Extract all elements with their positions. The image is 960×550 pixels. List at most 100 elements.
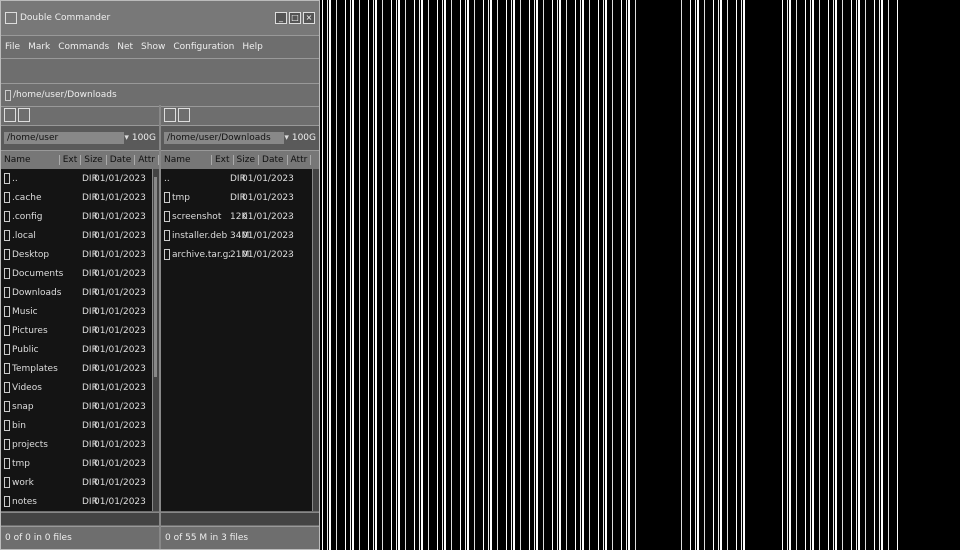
file-size: DIR [82,325,98,336]
table-row[interactable]: bin DIR 01/01/2023 [1,416,153,435]
table-row[interactable]: tmp DIR 01/01/2023 [1,454,153,473]
file-size: DIR [82,344,98,355]
file-size: DIR [82,268,98,279]
file-date: 01/01/2023 [94,325,146,336]
file-name: projects [12,440,48,450]
toolbar [1,59,319,84]
stripe-background [320,0,960,550]
left-vertical-scrollbar[interactable] [152,169,159,511]
table-row[interactable]: screenshot 12K 01/01/2023- [161,207,313,226]
file-date: 01/01/2023 [94,173,146,184]
file-size: DIR [82,287,98,298]
file-name: .local [12,231,36,241]
file-date: 01/01/2023 [94,211,146,222]
left-drive-bar: /home/user ▾ 100G [1,126,159,151]
right-root-button[interactable] [164,108,176,122]
path-text[interactable]: /home/user/Downloads [13,90,117,100]
scrollbar-thumb[interactable] [154,177,157,377]
close-button[interactable]: × [303,12,315,24]
left-pane: /home/user ▾ 100G Name Ext Size Date Att… [1,105,161,549]
file-date: 01/01/2023 [94,401,146,412]
table-row[interactable]: projects DIR 01/01/2023 [1,435,153,454]
table-row[interactable]: Documents DIR 01/01/2023 [1,264,153,283]
table-row[interactable]: snap DIR 01/01/2023 [1,397,153,416]
table-row[interactable]: .local DIR 01/01/2023 [1,226,153,245]
menu-commands[interactable]: Commands [58,42,109,52]
file-size: DIR [82,249,98,260]
file-name: Documents [12,269,64,279]
table-row[interactable]: work DIR 01/01/2023 [1,473,153,492]
folder-icon [5,89,11,101]
right-dropdown-icon[interactable]: ▾ [284,133,289,143]
file-date: 01/01/2023 [242,192,294,203]
col-ext[interactable]: Ext [212,155,234,165]
right-vertical-scrollbar[interactable] [312,169,319,511]
left-dropdown-icon[interactable]: ▾ [124,133,129,143]
menu-mark[interactable]: Mark [28,42,50,52]
folder-icon [4,173,10,184]
file-name: .. [164,173,170,184]
table-row[interactable]: .. DIR 01/01/2023 [161,169,313,188]
folder-icon [4,382,10,393]
table-row[interactable]: Public DIR 01/01/2023 [1,340,153,359]
right-free-space: 100G [291,133,316,143]
right-drive-bar: /home/user/Downloads ▾ 100G [161,126,319,151]
table-row[interactable]: Downloads DIR 01/01/2023 [1,283,153,302]
right-drive-select[interactable]: /home/user/Downloads [164,132,285,144]
left-drive-select[interactable]: /home/user [4,132,125,144]
col-name[interactable]: Name [1,155,60,165]
table-row[interactable]: notes DIR 01/01/2023 [1,492,153,511]
file-date: 01/01/2023 [94,306,146,317]
col-name[interactable]: Name [161,155,212,165]
file-name: .config [12,212,43,222]
right-up-button[interactable] [178,108,190,122]
table-row[interactable]: Music DIR 01/01/2023 [1,302,153,321]
file-name: .. [12,174,18,184]
folder-icon [4,439,10,450]
right-column-header: Name Ext Size Date Attr [161,151,319,170]
table-row[interactable]: Templates DIR 01/01/2023 [1,359,153,378]
file-date: 01/01/2023 [94,420,146,431]
file-size: DIR [82,363,98,374]
left-horizontal-scrollbar[interactable] [1,512,159,525]
table-row[interactable]: installer.deb 34M 01/01/2023- [161,226,313,245]
left-root-button[interactable] [4,108,16,122]
table-row[interactable]: tmp DIR 01/01/2023 [161,188,313,207]
menu-file[interactable]: File [5,42,20,52]
col-attr[interactable]: Attr [135,155,159,165]
col-date[interactable]: Date [259,155,288,165]
table-row[interactable]: .config DIR 01/01/2023 [1,207,153,226]
maximize-button[interactable]: □ [289,12,301,24]
left-up-button[interactable] [18,108,30,122]
file-date: 01/01/2023 [94,268,146,279]
file-size: DIR [82,306,98,317]
menu-show[interactable]: Show [141,42,165,52]
black-band [900,0,960,550]
col-ext[interactable]: Ext [60,155,82,165]
file-name: Music [12,307,38,317]
menu-net[interactable]: Net [117,42,133,52]
left-file-list: .. DIR 01/01/2023 .cache DIR 01/01/2023 .con… [1,169,153,511]
table-row[interactable]: Pictures DIR 01/01/2023 [1,321,153,340]
table-row[interactable]: .. DIR 01/01/2023 [1,169,153,188]
left-status-bar: 0 of 0 in 0 files [1,526,159,549]
col-size[interactable]: Size [234,155,260,165]
table-row[interactable]: archive.tar.gz 21M 01/01/2023- [161,245,313,264]
col-attr[interactable]: Attr [288,155,312,165]
file-name: .cache [12,193,42,203]
menu-configuration[interactable]: Configuration [173,42,234,52]
menu-help[interactable]: Help [242,42,263,52]
col-date[interactable]: Date [107,155,136,165]
folder-icon [4,344,10,355]
col-size[interactable]: Size [81,155,107,165]
file-size: 12K [230,211,248,222]
table-row[interactable]: .cache DIR 01/01/2023 [1,188,153,207]
file-date: 01/01/2023 [242,249,294,260]
table-row[interactable]: Desktop DIR 01/01/2023 [1,245,153,264]
right-horizontal-scrollbar[interactable] [161,512,319,525]
file-name: Public [12,345,39,355]
table-row[interactable]: Videos DIR 01/01/2023 [1,378,153,397]
menu-bar: File Mark Commands Net Show Configuratio… [1,36,319,59]
minimize-button[interactable]: _ [275,12,287,24]
file-size: 21M [230,249,250,260]
